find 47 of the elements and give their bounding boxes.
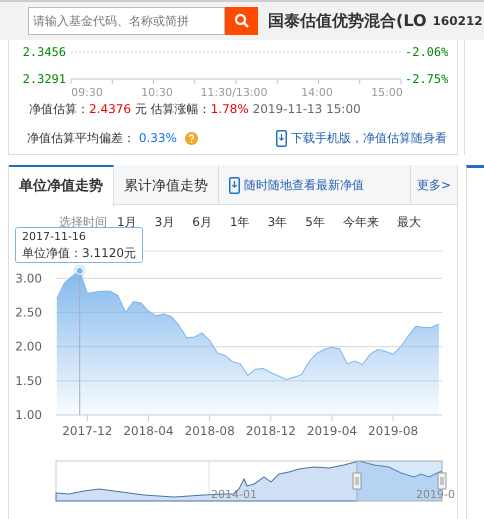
price-axis-label: 2.3456 xyxy=(22,45,66,59)
time-axis-label: 14:00 xyxy=(301,86,333,98)
more-link[interactable]: 更多> xyxy=(410,165,457,205)
estimate-text: 净值估算：2.4376 元 估算涨幅：1.78% 2019-11-13 15:00 xyxy=(29,101,361,118)
chart-tab[interactable]: 累计净值走势 xyxy=(114,165,219,205)
y-axis-label: 3.00 xyxy=(15,271,42,286)
search-button[interactable] xyxy=(225,7,258,35)
tooltip-date: 2017-11-16 xyxy=(22,229,87,245)
download-link[interactable]: 下载手机版，净值估算随身看 xyxy=(276,129,447,147)
percent-axis-label: -2.75% xyxy=(405,72,448,86)
fund-name: 国泰估值优势混合(LO xyxy=(268,10,427,32)
x-axis-label: 2019-04 xyxy=(306,424,357,438)
range-option[interactable]: 3年 xyxy=(268,213,288,231)
range-option[interactable]: 3月 xyxy=(154,213,174,231)
range-option[interactable]: 5年 xyxy=(305,213,325,231)
range-option[interactable]: 6月 xyxy=(192,213,212,231)
percent-axis-label: -2.06% xyxy=(405,45,448,59)
time-axis-label: 11:30/13:00 xyxy=(200,86,268,98)
time-axis-label: 15:00 xyxy=(371,86,403,98)
x-axis-label: 2018-08 xyxy=(184,424,235,438)
mobile-link[interactable]: 随时随地查看最新净值 xyxy=(229,165,364,205)
tooltip-value: 单位净值：3.1120元 xyxy=(22,245,136,261)
x-axis-label: 2019-08 xyxy=(368,424,418,438)
x-axis-label: 2018-12 xyxy=(246,424,296,438)
range-option[interactable]: 最大 xyxy=(396,213,421,231)
y-axis-label: 2.50 xyxy=(15,306,42,320)
search-icon xyxy=(234,13,250,29)
range-option[interactable]: 今年来 xyxy=(342,213,379,231)
range-option[interactable]: 1年 xyxy=(230,213,250,231)
price-axis-label: 2.3291 xyxy=(22,72,66,86)
range-option[interactable]: 1月 xyxy=(117,213,137,231)
deviation-text: 净值估算平均偏差： 0.33% xyxy=(27,130,177,147)
y-axis-label: 2.00 xyxy=(15,340,42,354)
y-axis-label: 1.50 xyxy=(15,374,42,388)
fund-code: 160212 xyxy=(432,13,483,30)
phone-icon xyxy=(276,130,287,146)
phone-icon xyxy=(229,176,240,194)
y-axis-label: 1.00 xyxy=(15,408,42,422)
navigator-label: 2014-01 xyxy=(211,488,257,501)
x-axis-label: 2018-04 xyxy=(123,424,174,438)
time-axis-label: 10:30 xyxy=(141,86,173,98)
chart-tab[interactable]: 单位净值走势 xyxy=(9,165,114,206)
help-icon[interactable] xyxy=(184,132,198,144)
time-axis-label: 09:30 xyxy=(71,86,103,98)
hover-marker xyxy=(74,264,86,277)
x-axis-label: 2017-12 xyxy=(62,424,112,438)
search-field[interactable]: 请输入基金代码、名称或简拼 xyxy=(28,7,225,35)
